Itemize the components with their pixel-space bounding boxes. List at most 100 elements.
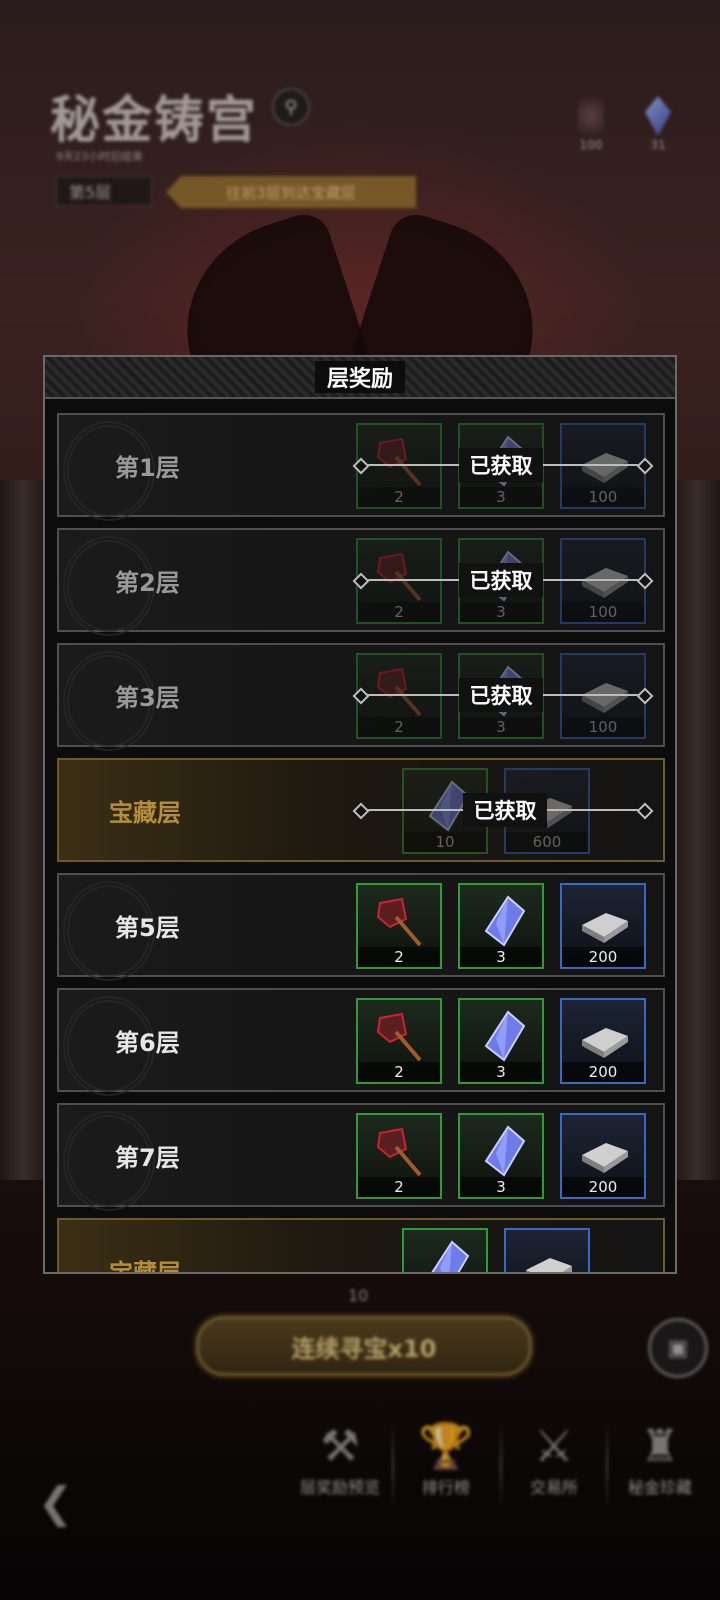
nav-leaderboard[interactable]: 🏆 排行榜 [396,1420,496,1498]
blue-crystal-icon [474,1008,530,1064]
modal-header: 层奖励 [45,357,675,399]
reward-item[interactable]: 3 [458,998,544,1084]
reward-row: 第7层 2 3 200 [57,1103,665,1211]
back-arrow-icon[interactable]: ❮ [38,1478,73,1527]
silver-ingot-icon [576,548,632,604]
reward-item[interactable]: 200 [560,883,646,969]
floor-label: 宝藏层 [109,798,181,827]
nav-divider [392,1420,394,1510]
reward-row: 第5层 2 3 200 [57,873,665,981]
blue-crystal-icon [474,893,530,949]
claimed-status: 已获取 [463,793,547,827]
reward-item[interactable]: 2 [356,1113,442,1199]
reward-item[interactable]: 100 [560,423,646,509]
reward-count: 2 [358,487,440,507]
reward-count: 10 [404,832,486,852]
reward-count: 2 [358,1177,440,1197]
blue-crystal-icon [474,1123,530,1179]
reward-count: 2 [358,947,440,967]
magnifier-icon[interactable]: ⚲ [272,88,310,126]
reward-row: 第1层 2 3 100 已获取 [57,413,665,521]
reward-item[interactable]: 200 [560,998,646,1084]
reward-row: 第3层 2 3 100 已获取 [57,643,665,751]
event-header: 秘金铸宫 ⚲ 9天23小时后结束 第5层 往前3层到达宝藏层 [50,80,416,208]
floor-label: 第2层 [115,568,180,597]
reward-rows[interactable]: 第1层 2 3 100 已获取 第2层 2 3 100 已获取 第3层 2 3 100 已获取 宝藏层 10 60… [57,413,665,1274]
seek-cost: 10 [348,1286,369,1305]
reward-count: 200 [562,947,644,967]
continuous-seek-label: 连续寻宝x10 [291,1334,437,1363]
background-pillar-right [674,480,720,1180]
reward-count: 2 [358,717,440,737]
reward-item[interactable]: 200 [560,1113,646,1199]
reward-row-treasure-floor: 宝藏层 10 600 已获取 [57,758,665,862]
reward-item[interactable]: 2 [356,998,442,1084]
hammer-icon: ⚔ [534,1421,574,1472]
reward-items: 2 3 200 [356,883,646,969]
reward-count: 3 [460,602,542,622]
continuous-seek-button[interactable]: 连续寻宝x10 [196,1316,532,1376]
reward-item[interactable]: 2 [356,883,442,969]
silver-ingot-icon [576,893,632,949]
floor-hint-banner: 往前3层到达宝藏层 [166,176,416,208]
reward-count: 100 [562,717,644,737]
chest-icon[interactable]: ▣ [648,1318,708,1378]
red-axe-icon [372,548,428,604]
reward-items: 2 3 200 [356,998,646,1084]
floor-label: 宝藏层 [109,1258,181,1274]
red-axe-icon [372,433,428,489]
floor-label: 第3层 [115,683,180,712]
nav-floor-rewards-preview[interactable]: ⚒ 层奖励预览 [290,1420,390,1498]
red-axe-icon [372,893,428,949]
floor-label: 第7层 [115,1143,180,1172]
blue-gem-icon [645,96,671,136]
reward-item[interactable]: 3 [458,1113,544,1199]
reward-count: 3 [460,947,542,967]
silver-ingot-icon [576,433,632,489]
reward-count: 3 [460,717,542,737]
reward-item[interactable] [402,1228,488,1272]
blue-crystal-icon [418,1238,474,1272]
claimed-status: 已获取 [459,563,543,597]
silver-ingot-icon [576,1008,632,1064]
nav-secret-collection[interactable]: ♜ 秘金珍藏 [610,1420,710,1498]
anvil-icon [578,96,604,136]
reward-count: 600 [506,832,588,852]
reward-item[interactable]: 3 [458,883,544,969]
trophy-icon: 🏆 [418,1421,474,1472]
nav-divider [500,1420,502,1510]
reward-count: 3 [460,487,542,507]
reward-count: 2 [358,602,440,622]
reward-count: 100 [562,487,644,507]
silver-ingot-icon [576,663,632,719]
reward-items [402,1228,590,1272]
nav-divider [606,1420,608,1510]
reward-item[interactable]: 100 [560,538,646,624]
floor-label: 第1层 [115,453,180,482]
event-title: 秘金铸宫 [50,90,258,149]
resource-blue-gem: 31 [645,96,671,152]
reward-item[interactable]: 100 [560,653,646,739]
modal-title: 层奖励 [314,361,405,393]
red-axe-icon [372,1123,428,1179]
reward-count: 200 [562,1177,644,1197]
red-axe-icon [372,1008,428,1064]
reward-count: 2 [358,1062,440,1082]
reward-item[interactable] [504,1228,590,1272]
reward-count: 3 [460,1062,542,1082]
claimed-status: 已获取 [459,678,543,712]
reward-row: 第2层 2 3 100 已获取 [57,528,665,636]
red-axe-icon [372,663,428,719]
current-floor: 第5层 [56,176,152,206]
reward-row-treasure-floor: 宝藏层 [57,1218,665,1274]
floor-label: 第6层 [115,1028,180,1057]
silver-ingot-icon [576,1123,632,1179]
nav-exchange[interactable]: ⚔ 交易所 [504,1420,604,1498]
resource-anvil: 100 [578,96,604,152]
background-pillar-left [0,480,46,1180]
event-countdown: 9天23小时后结束 [56,150,143,163]
reward-items: 2 3 200 [356,1113,646,1199]
silver-ingot-icon [520,1238,576,1272]
anvil-icon: ⚒ [320,1421,360,1472]
claimed-status: 已获取 [459,448,543,482]
